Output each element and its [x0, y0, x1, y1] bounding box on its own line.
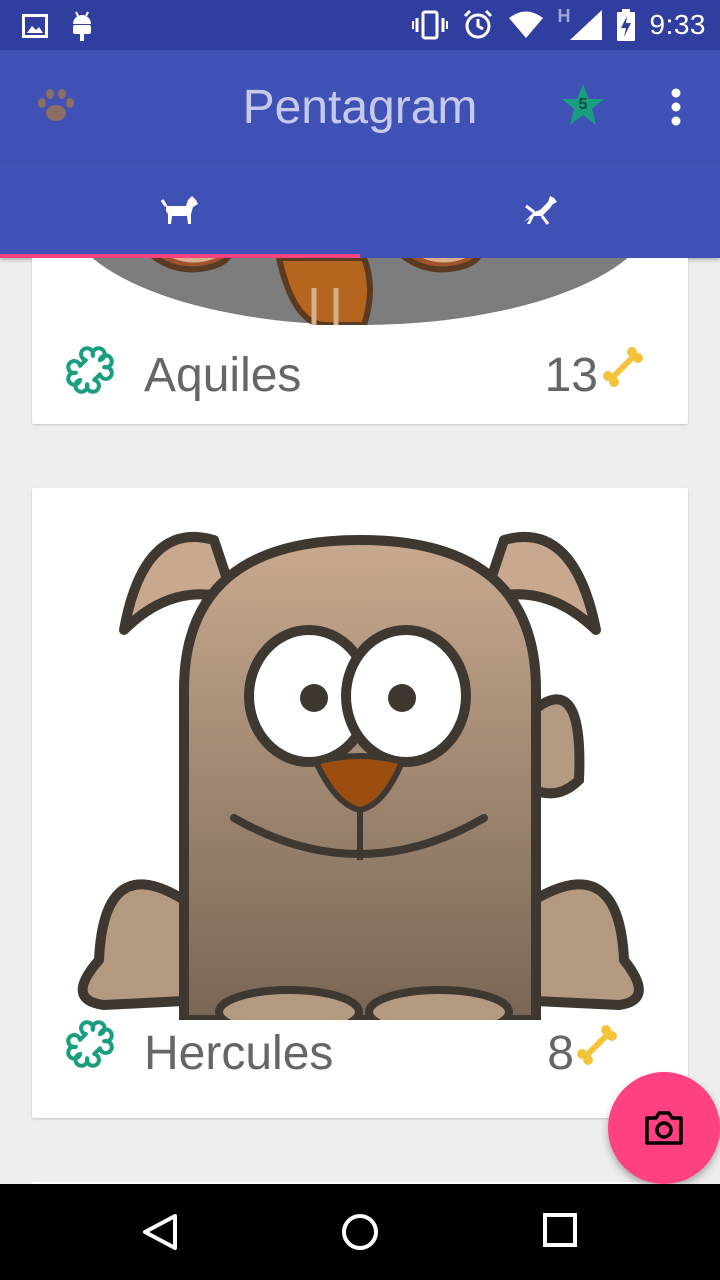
dog-standing-icon: [160, 196, 198, 224]
back-icon[interactable]: [140, 1212, 180, 1252]
recents-icon[interactable]: [542, 1212, 578, 1248]
bone-like-icon[interactable]: [64, 344, 116, 396]
app-title: Pentagram: [242, 81, 478, 134]
pet-name: Hercules: [144, 1027, 334, 1080]
tab-dog-profile[interactable]: [0, 162, 360, 258]
status-time: 9:33: [649, 9, 706, 40]
pet-name: Aquiles: [144, 349, 302, 402]
app-toolbar: Pentagram 5: [0, 50, 720, 162]
camera-fab-button[interactable]: [608, 1072, 720, 1184]
pet-likes-count: 13: [544, 349, 598, 402]
status-bar: H 9:33: [0, 0, 720, 50]
android-icon: [73, 11, 91, 41]
pet-photo: [77, 531, 644, 1020]
favorites-count: 5: [578, 96, 588, 113]
favorites-button[interactable]: 5: [561, 83, 605, 127]
bone-like-icon[interactable]: [64, 1018, 116, 1070]
signal-icon: [569, 10, 602, 40]
pet-likes-count: 8: [547, 1027, 574, 1080]
pet-card: Hercules 8: [32, 488, 688, 1118]
wifi-icon: [508, 11, 543, 38]
pet-list[interactable]: Aquiles 13 Hercules 8: [0, 258, 720, 1184]
system-nav-bar: [0, 1184, 720, 1280]
bone-rating-icon: [603, 347, 643, 387]
vibrate-icon: [411, 10, 448, 40]
dog-running-icon: [524, 196, 557, 225]
more-vert-icon[interactable]: [664, 88, 688, 126]
home-icon[interactable]: [340, 1212, 380, 1252]
battery-charging-icon: [616, 9, 635, 41]
pet-card: Aquiles 13: [32, 258, 688, 424]
gallery-icon: [22, 14, 48, 38]
pet-photo: [92, 258, 628, 325]
tab-dog-feed[interactable]: [360, 162, 720, 258]
alarm-icon: [463, 9, 492, 39]
bone-rating-icon: [577, 1025, 617, 1065]
camera-icon: [645, 1111, 683, 1145]
tab-bar: [0, 162, 720, 258]
signal-indicator: H: [558, 6, 602, 40]
